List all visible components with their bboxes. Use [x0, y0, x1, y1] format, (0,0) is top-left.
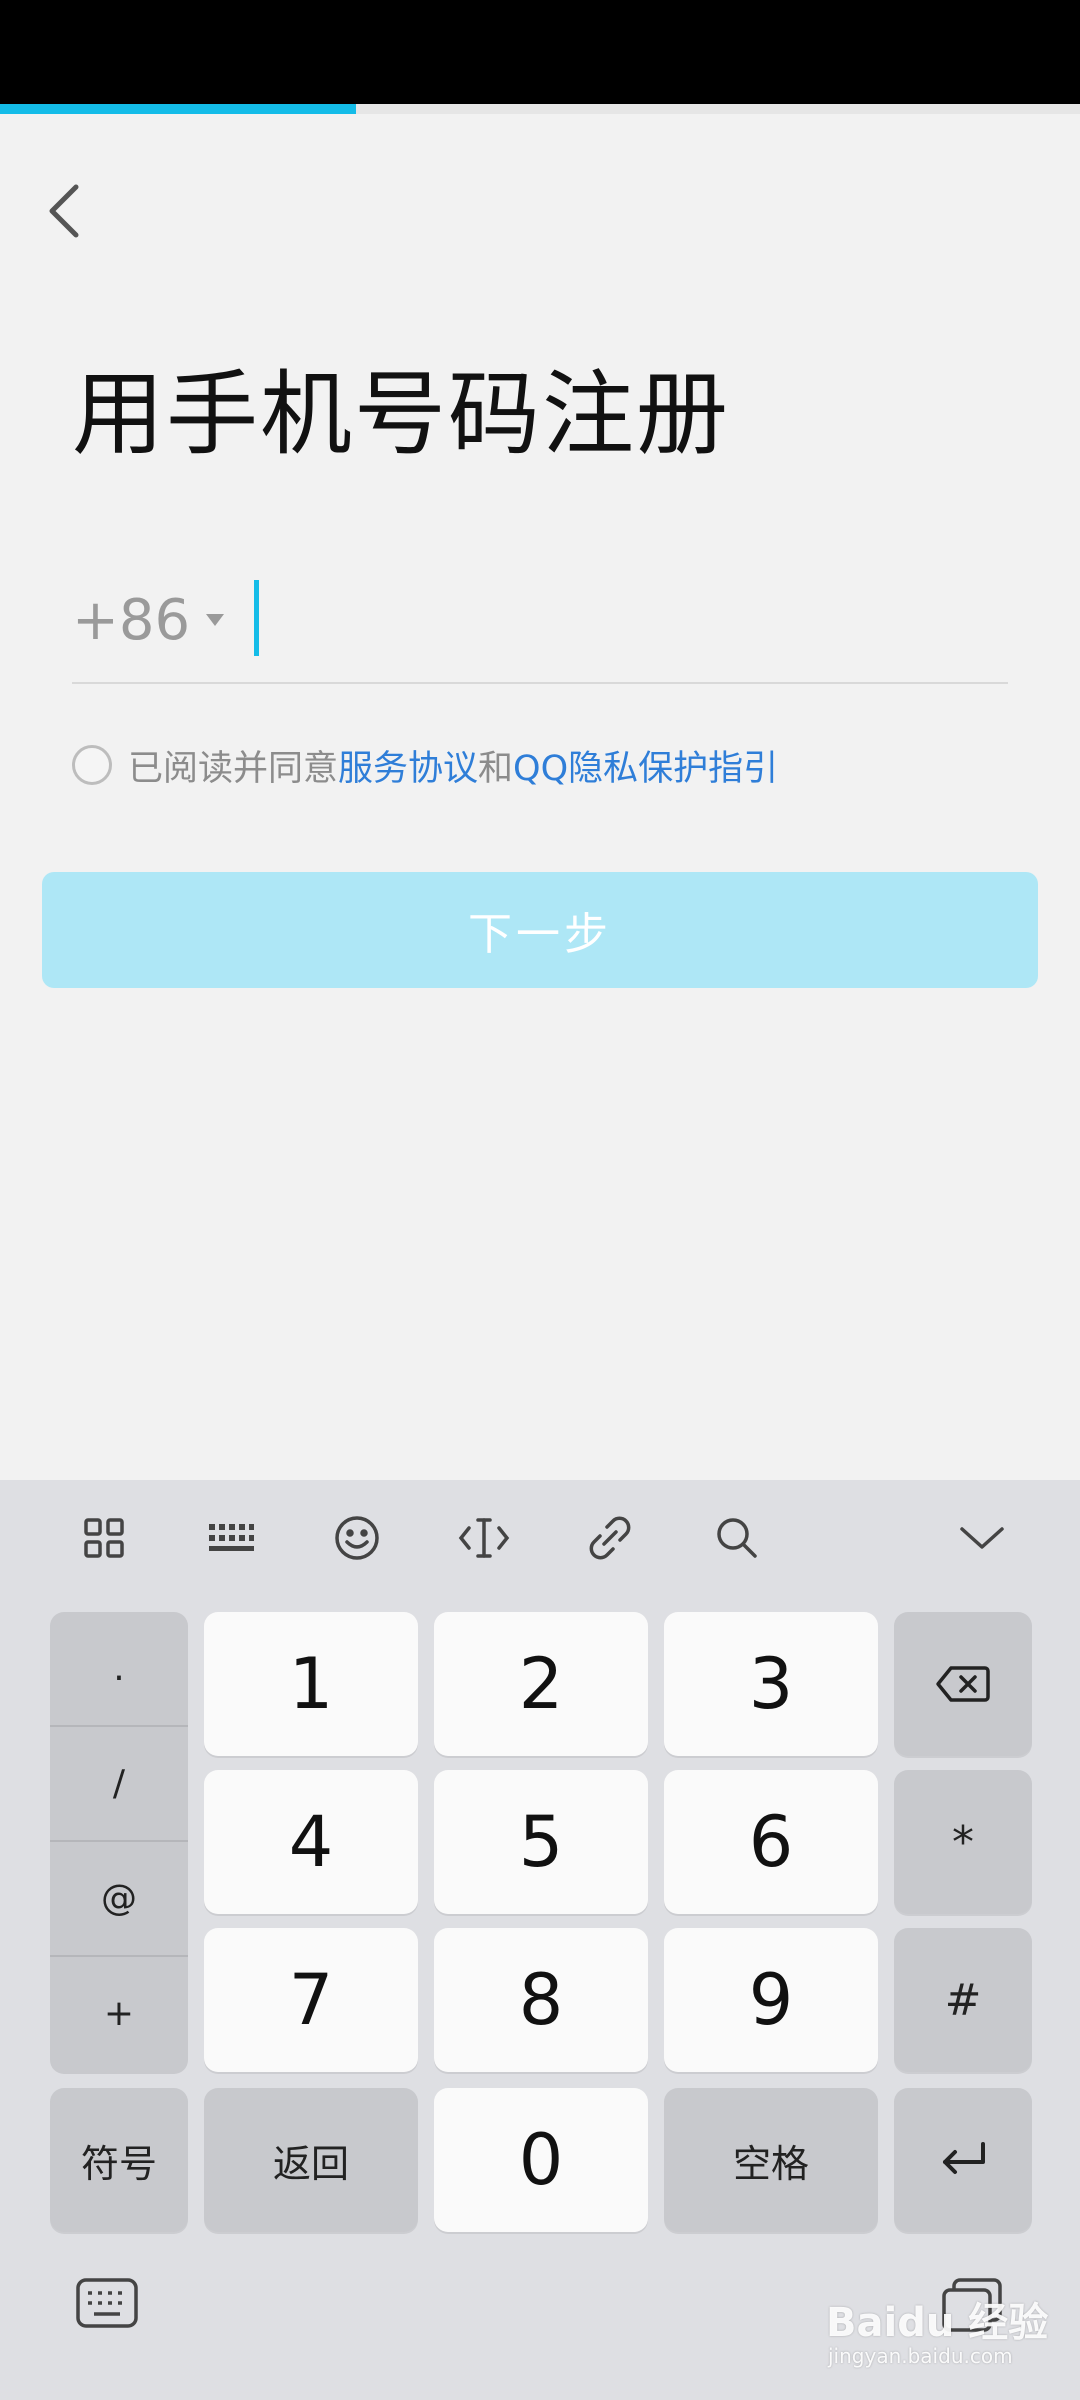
- phone-input[interactable]: [252, 582, 1008, 662]
- symbol-key[interactable]: @: [50, 1842, 188, 1954]
- key-7[interactable]: 7: [204, 1928, 418, 2072]
- search-icon[interactable]: [705, 1506, 769, 1570]
- next-button[interactable]: 下一步: [42, 872, 1038, 988]
- key-8[interactable]: 8: [434, 1928, 648, 2072]
- back-button[interactable]: [34, 176, 94, 246]
- watermark-logo: Baidu 经验: [826, 2300, 1049, 2346]
- watermark-url: jingyan.baidu.com: [828, 2344, 1013, 2368]
- key-5[interactable]: 5: [434, 1770, 648, 1914]
- key-label: 3: [748, 1643, 794, 1725]
- status-bar: [0, 0, 1080, 104]
- emoji-icon[interactable]: [325, 1506, 389, 1570]
- symbol-key[interactable]: /: [50, 1727, 188, 1839]
- key-label: 8: [518, 1959, 564, 2041]
- key-label: *: [952, 1816, 974, 1868]
- space-key[interactable]: 空格: [664, 2088, 878, 2232]
- hash-key[interactable]: #: [894, 1928, 1032, 2072]
- keyboard-layout-icon[interactable]: [198, 1506, 262, 1570]
- chevron-left-icon: [49, 184, 79, 238]
- key-label: 符号: [80, 2141, 157, 2186]
- key-6[interactable]: 6: [664, 1770, 878, 1914]
- grid-icon[interactable]: [72, 1506, 136, 1570]
- country-code[interactable]: +86: [72, 588, 190, 653]
- symbol-key[interactable]: .: [50, 1612, 188, 1724]
- key-label: 7: [288, 1959, 334, 2041]
- progress-track: [0, 104, 1080, 114]
- cursor-icon[interactable]: [452, 1506, 516, 1570]
- key-label: 9: [748, 1959, 794, 2041]
- key-label: 返回: [272, 2141, 349, 2186]
- agreement-and: 和: [478, 748, 514, 789]
- keyboard: . / @ + 1 2 3 4 5 6 * 7 8 9 # 符号 返回 0 空格: [0, 1480, 1080, 2400]
- agreement-row: 已阅读并同意 服务协议 和 QQ隐私保护指引: [72, 740, 778, 790]
- key-label: #: [944, 1974, 982, 2026]
- phone-row: +86: [72, 570, 1008, 684]
- agree-radio[interactable]: [72, 745, 112, 785]
- agreement-prefix: 已阅读并同意: [128, 748, 339, 789]
- caret-down-icon[interactable]: [204, 612, 226, 628]
- progress-fill: [0, 104, 357, 114]
- text-cursor: [254, 580, 259, 656]
- back-key[interactable]: 返回: [204, 2088, 418, 2232]
- key-label: 空格: [732, 2141, 809, 2186]
- key-2[interactable]: 2: [434, 1612, 648, 1756]
- key-1[interactable]: 1: [204, 1612, 418, 1756]
- key-label: 5: [518, 1801, 564, 1883]
- key-label: 4: [288, 1801, 334, 1883]
- keyboard-toolbar: [0, 1480, 1080, 1600]
- key-0[interactable]: 0: [434, 2088, 648, 2232]
- symbol-key[interactable]: +: [50, 1957, 188, 2069]
- keyboard-switch-icon[interactable]: [74, 2274, 140, 2334]
- symbol-column: . / @ +: [50, 1612, 188, 2074]
- link-icon[interactable]: [578, 1506, 642, 1570]
- star-key[interactable]: *: [894, 1770, 1032, 1914]
- key-label: 6: [748, 1801, 794, 1883]
- enter-key[interactable]: [894, 2088, 1032, 2232]
- key-label: 1: [288, 1643, 334, 1725]
- service-agreement-link[interactable]: 服务协议: [338, 740, 478, 791]
- key-label: 2: [518, 1643, 564, 1725]
- enter-icon: [943, 2142, 985, 2174]
- collapse-icon[interactable]: [950, 1506, 1014, 1570]
- backspace-key[interactable]: [894, 1612, 1032, 1756]
- key-4[interactable]: 4: [204, 1770, 418, 1914]
- key-9[interactable]: 9: [664, 1928, 878, 2072]
- key-label: 0: [518, 2119, 564, 2201]
- symbols-key[interactable]: 符号: [50, 2088, 188, 2232]
- backspace-icon: [936, 1666, 990, 1702]
- privacy-guide-link[interactable]: QQ隐私保护指引: [513, 740, 778, 791]
- page-title: 用手机号码注册: [72, 361, 731, 468]
- key-3[interactable]: 3: [664, 1612, 878, 1756]
